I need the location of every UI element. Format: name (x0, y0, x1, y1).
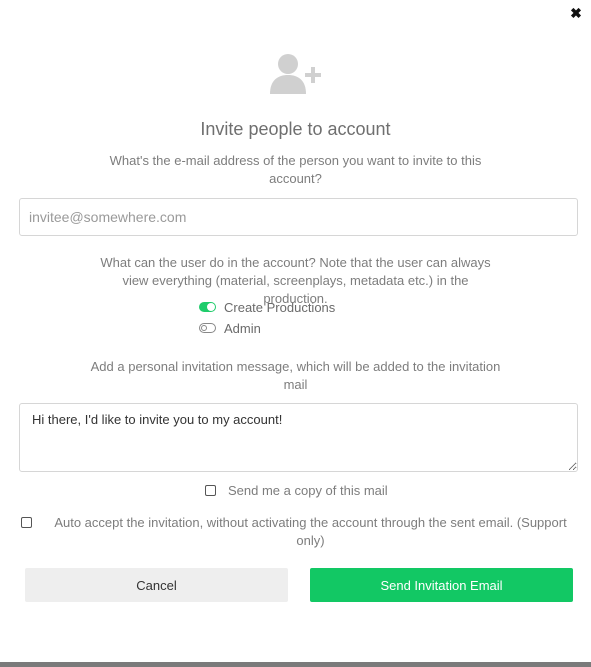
email-field[interactable] (19, 198, 578, 236)
permission-create-productions: Create Productions (199, 298, 335, 316)
auto-accept-label: Auto accept the invitation, without acti… (54, 515, 567, 548)
message-prompt: Add a personal invitation message, which… (90, 359, 501, 392)
email-question: What's the e-mail address of the person … (109, 153, 482, 186)
close-icon[interactable]: ✖ (569, 6, 583, 20)
send-copy-label: Send me a copy of this mail (228, 483, 388, 498)
invite-dialog: ✖ Invite people to account What's the e-… (0, 0, 591, 667)
auto-accept-checkbox[interactable] (21, 517, 32, 528)
send-copy-checkbox[interactable] (205, 485, 216, 496)
add-user-icon (0, 52, 591, 101)
dialog-title: Invite people to account (200, 119, 391, 139)
bottom-divider (0, 662, 591, 667)
invitation-message-field[interactable]: Hi there, I'd like to invite you to my a… (19, 403, 578, 472)
create-productions-toggle[interactable] (199, 302, 216, 312)
create-productions-label: Create Productions (224, 299, 336, 315)
cancel-button[interactable]: Cancel (25, 568, 288, 602)
send-invitation-button[interactable]: Send Invitation Email (310, 568, 573, 602)
admin-label: Admin (224, 320, 261, 336)
send-copy-row: Send me a copy of this mail (205, 483, 388, 498)
admin-toggle[interactable] (199, 323, 216, 333)
permission-admin: Admin (199, 319, 261, 337)
